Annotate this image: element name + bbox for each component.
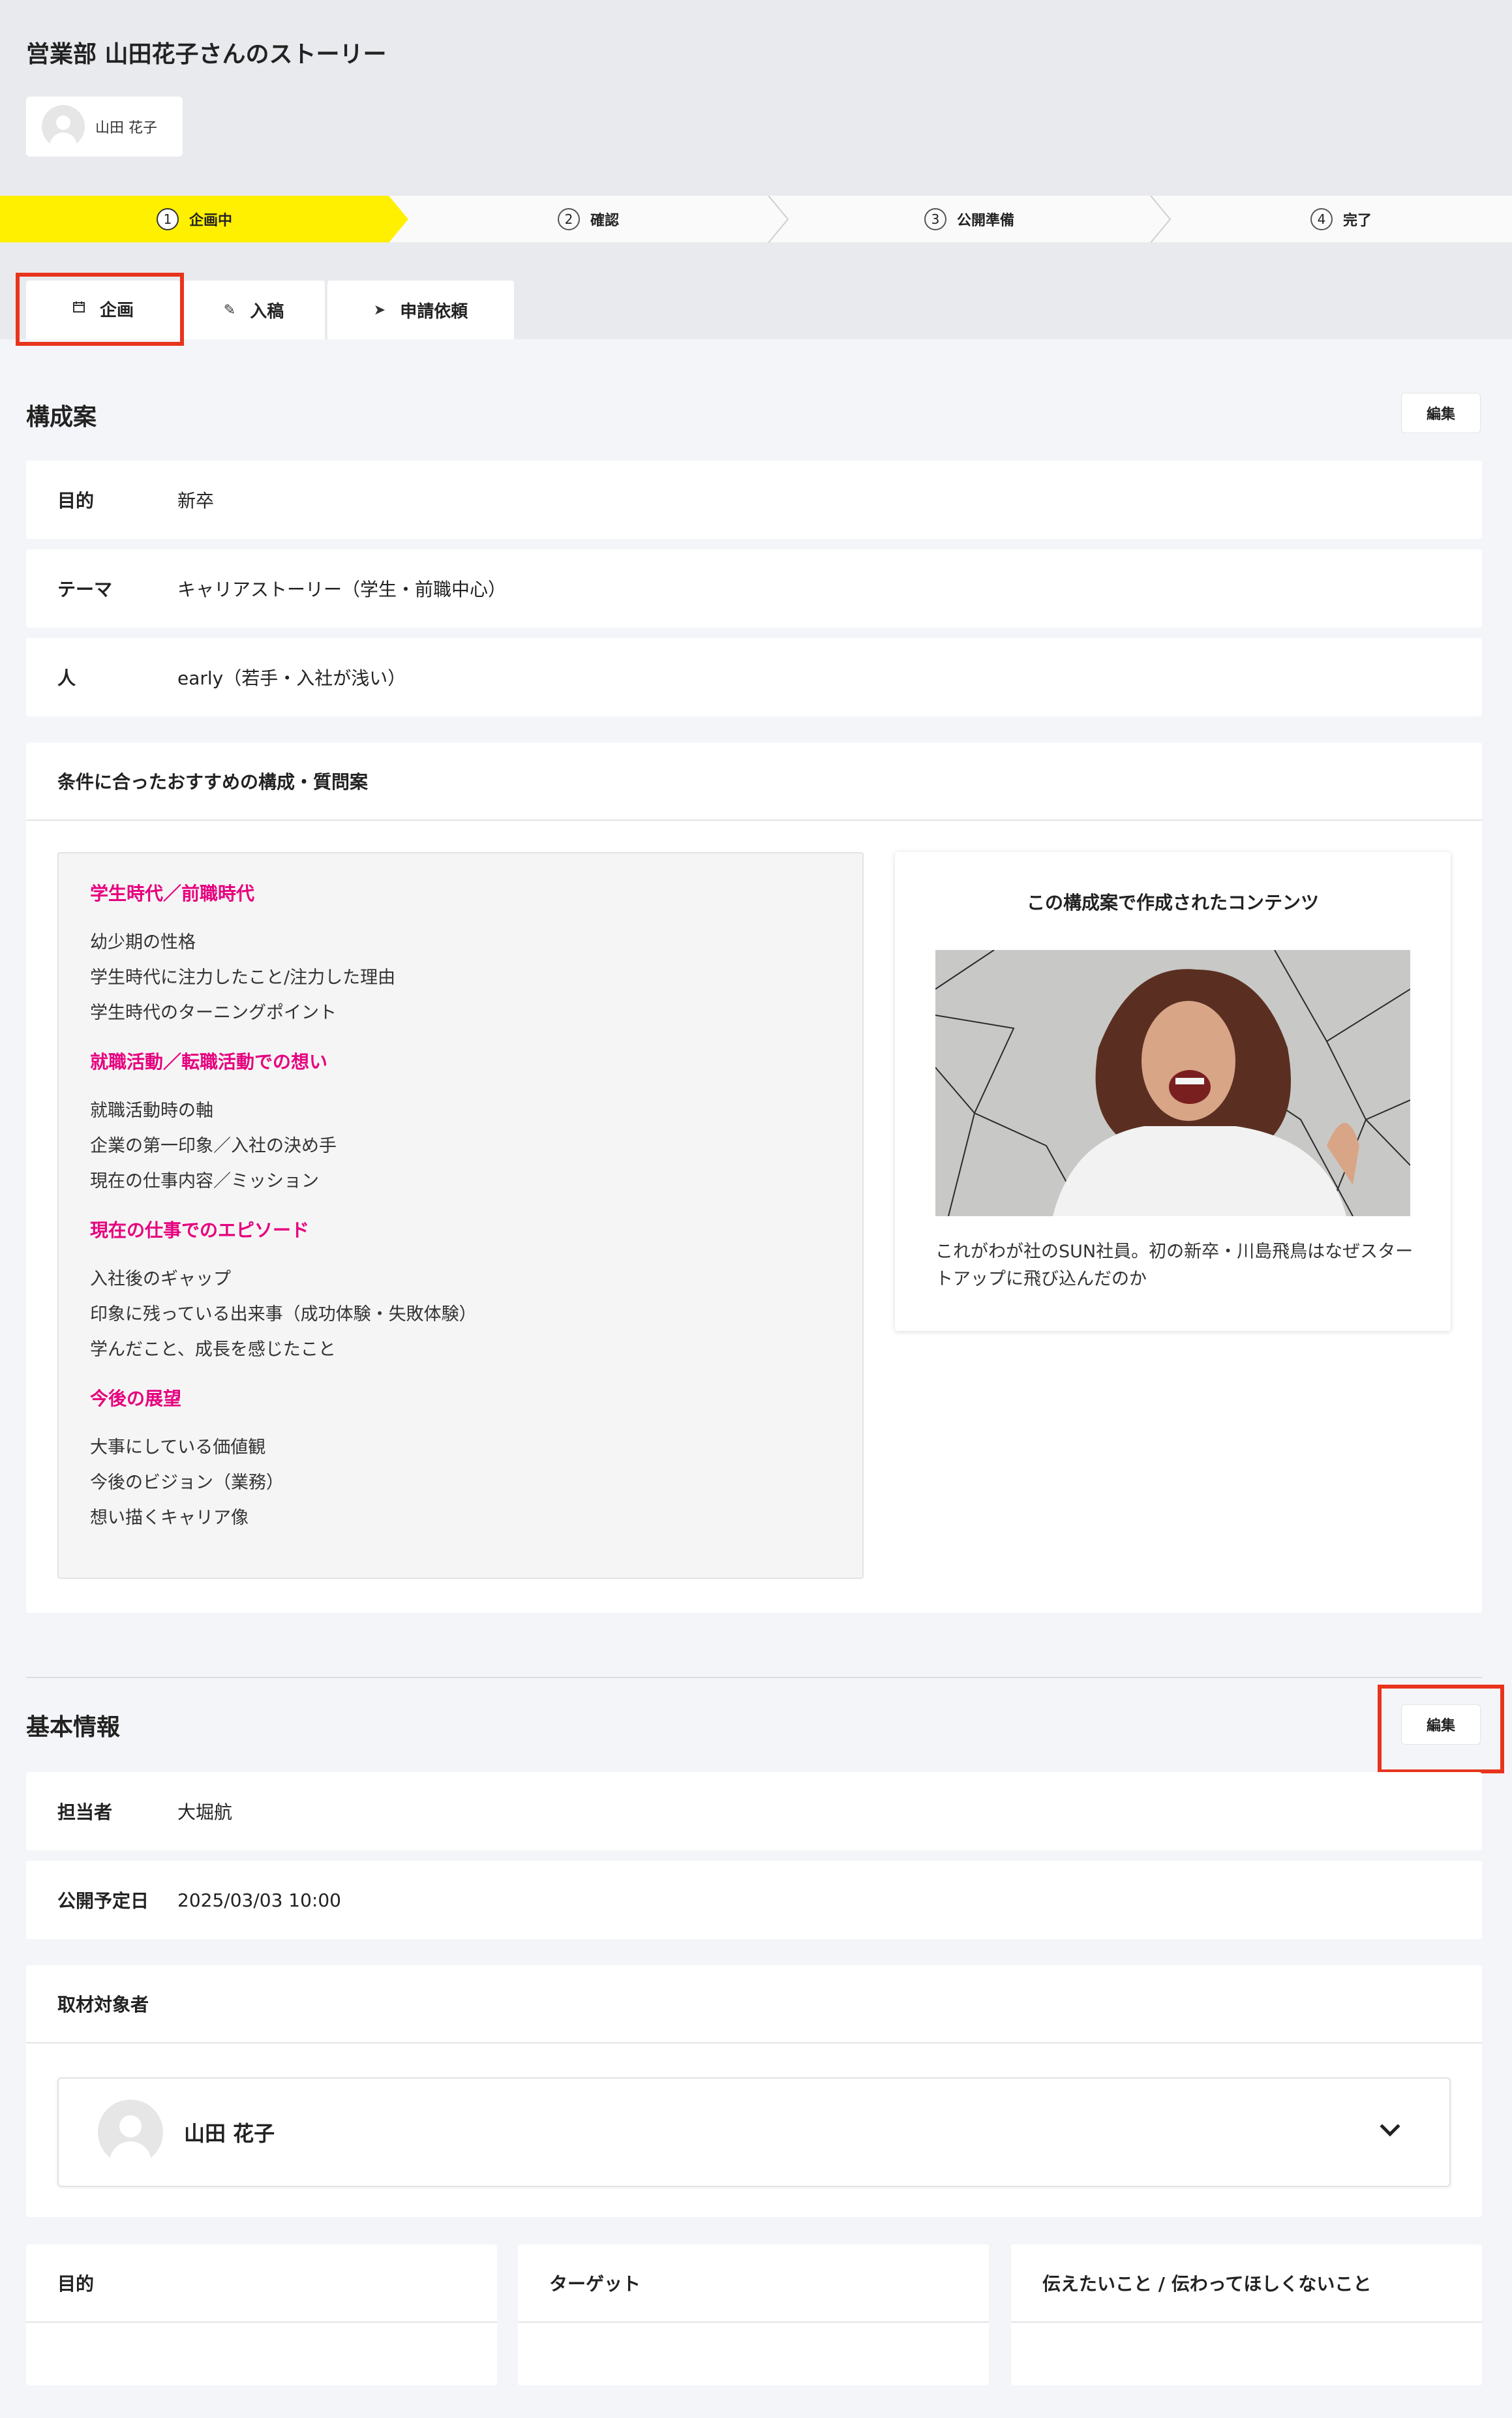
step-number: 4: [1310, 208, 1333, 230]
step-confirm[interactable]: 2 確認: [408, 196, 768, 243]
question-item: 大事にしている価値観: [90, 1437, 266, 1458]
question-group: 就職活動／転職活動での想い 就職活動時の軸 企業の第一印象／入社の決め手 現在の…: [90, 1048, 831, 1199]
question-item: 現在の仕事内容／ミッション: [90, 1171, 319, 1191]
step-label: 企画中: [189, 213, 232, 229]
tab-submission[interactable]: ✎ 入稿: [183, 281, 325, 339]
step-number: 3: [924, 208, 946, 230]
field-value: 2025/03/03 10:00: [177, 1889, 341, 1911]
purpose-card: 目的: [26, 2244, 497, 2385]
avatar: [42, 105, 85, 148]
question-item: 今後のビジョン（業務）: [90, 1473, 284, 1493]
step-label: 公開準備: [956, 213, 1014, 229]
target-card-title: ターゲット: [518, 2244, 989, 2323]
tab-label: 入稿: [250, 301, 284, 322]
question-item: 入社後のギャップ: [90, 1269, 231, 1289]
section-title-basic-info: 基本情報: [26, 1714, 121, 1741]
step-number: 2: [557, 208, 580, 230]
interviewee-section-title: 取材対象者: [26, 1965, 1482, 2043]
question-item: 学んだこと、成長を感じたこと: [90, 1339, 336, 1360]
user-chip-name: 山田 花子: [95, 120, 157, 136]
progress-stepper: 1 企画中 2 確認 3 公開準備 4 完了: [0, 196, 1512, 243]
step-complete[interactable]: 4 完了: [1170, 196, 1512, 243]
field-label: テーマ: [57, 579, 113, 600]
question-group-title: 現在の仕事でのエピソード: [90, 1219, 310, 1241]
purpose-card-title: 目的: [26, 2244, 497, 2323]
step-label: 完了: [1342, 213, 1372, 229]
step-publish-prep[interactable]: 3 公開準備: [788, 196, 1151, 243]
recommendation-card: 条件に合ったおすすめの構成・質問案 学生時代／前職時代 幼少期の性格 学生時代に…: [26, 742, 1482, 1613]
message-card: 伝えたいこと / 伝わってほしくないこと: [1011, 2244, 1482, 2385]
related-content-card[interactable]: この構成案で作成されたコンテンツ これがわが社のSUN社員。初の新卒・川島飛鳥は…: [895, 852, 1451, 1331]
question-item: 学生時代に注力したこと/注力した理由: [90, 968, 396, 988]
interviewee-card: 取材対象者 山田 花子: [26, 1965, 1482, 2217]
question-panel: 学生時代／前職時代 幼少期の性格 学生時代に注力したこと/注力した理由 学生時代…: [57, 852, 864, 1579]
field-row-purpose: 目的 新卒: [26, 461, 1482, 539]
pencil-icon: ✎: [223, 301, 236, 318]
question-item: 学生時代のターニングポイント: [90, 1003, 337, 1023]
message-card-title: 伝えたいこと / 伝わってほしくないこと: [1011, 2244, 1482, 2323]
question-item: 就職活動時の軸: [90, 1101, 213, 1121]
field-row-publish-date: 公開予定日 2025/03/03 10:00: [26, 1861, 1482, 1939]
question-item: 想い描くキャリア像: [90, 1508, 249, 1528]
question-group-title: 学生時代／前職時代: [90, 883, 255, 904]
content-thumbnail[interactable]: [935, 950, 1410, 1216]
step-number: 1: [156, 208, 179, 230]
question-group: 学生時代／前職時代 幼少期の性格 学生時代に注力したこと/注力した理由 学生時代…: [90, 880, 831, 1031]
content-caption: これがわが社のSUN社員。初の新卒・川島飛鳥はなぜスタートアップに飛び込んだのか: [935, 1242, 1414, 1289]
target-card: ターゲット: [518, 2244, 989, 2385]
section-title-structure: 構成案: [26, 404, 97, 431]
question-group-title: 就職活動／転職活動での想い: [90, 1051, 328, 1073]
highlight-annotation-tab: [16, 273, 184, 346]
tab-request[interactable]: ➤ 申請依頼: [327, 281, 514, 339]
question-item: 印象に残っている出来事（成功体験・失敗体験）: [90, 1304, 477, 1324]
field-label: 公開予定日: [57, 1890, 149, 1912]
question-group: 現在の仕事でのエピソード 入社後のギャップ 印象に残っている出来事（成功体験・失…: [90, 1216, 831, 1368]
interviewee-accordion[interactable]: 山田 花子: [57, 2077, 1451, 2187]
step-label: 確認: [590, 213, 619, 229]
field-value: 大堀航: [177, 1801, 233, 1823]
field-label: 担当者: [57, 1801, 113, 1823]
section-divider: [26, 1677, 1482, 1678]
tab-label: 申請依頼: [400, 301, 468, 322]
field-value: 新卒: [177, 490, 215, 512]
question-group: 今後の展望 大事にしている価値観 今後のビジョン（業務） 想い描くキャリア像: [90, 1385, 831, 1536]
avatar: [98, 2100, 163, 2165]
field-label: 目的: [57, 490, 95, 512]
field-row-person: 人 early（若手・入社が浅い）: [26, 638, 1482, 716]
field-label: 人: [57, 667, 76, 689]
page-title: 営業部 山田花子さんのストーリー: [26, 41, 387, 68]
send-icon: ➤: [373, 301, 386, 318]
question-item: 幼少期の性格: [90, 932, 196, 953]
field-row-owner: 担当者 大堀航: [26, 1772, 1482, 1850]
chevron-down-icon[interactable]: [1380, 2116, 1400, 2137]
question-item: 企業の第一印象／入社の決め手: [90, 1136, 337, 1156]
user-chip[interactable]: 山田 花子: [26, 97, 183, 157]
step-planning[interactable]: 1 企画中: [0, 196, 389, 243]
recommendation-title: 条件に合ったおすすめの構成・質問案: [26, 742, 1482, 821]
field-value: early（若手・入社が浅い）: [177, 667, 406, 689]
field-value: キャリアストーリー（学生・前職中心）: [177, 579, 507, 600]
question-group-title: 今後の展望: [90, 1388, 182, 1409]
field-row-theme: テーマ キャリアストーリー（学生・前職中心）: [26, 549, 1482, 628]
related-content-title: この構成案で作成されたコンテンツ: [1026, 892, 1319, 913]
highlight-annotation-edit: [1378, 1685, 1504, 1773]
interviewee-name: 山田 花子: [184, 2121, 275, 2146]
edit-structure-button[interactable]: 編集: [1401, 393, 1481, 433]
